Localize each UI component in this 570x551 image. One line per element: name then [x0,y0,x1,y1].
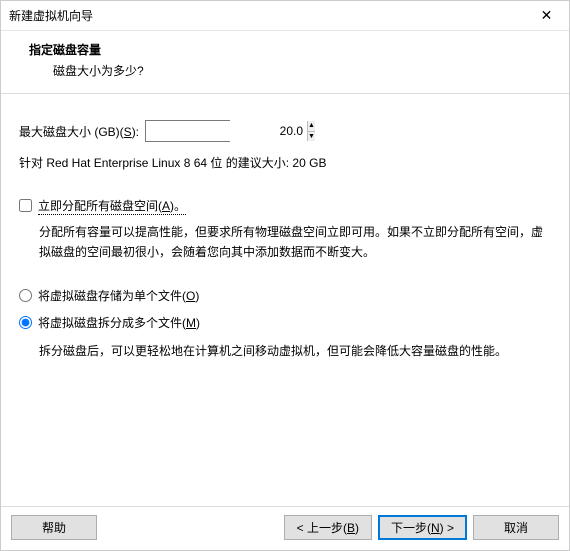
next-button[interactable]: 下一步(N) > [378,515,467,540]
disk-size-input[interactable] [146,121,307,141]
allocate-now-row[interactable]: 立即分配所有磁盘空间(A)。 [19,197,551,214]
recommended-size-text: 针对 Red Hat Enterprise Linux 8 64 位 的建议大小… [19,154,551,171]
back-button[interactable]: < 上一步(B) [284,515,372,540]
split-files-row[interactable]: 将虚拟磁盘拆分成多个文件(M) [19,314,551,331]
wizard-header: 指定磁盘容量 磁盘大小为多少? [1,31,569,94]
titlebar: 新建虚拟机向导 ✕ [1,1,569,31]
wizard-footer: 帮助 < 上一步(B) 下一步(N) > 取消 [1,506,569,550]
allocate-now-label[interactable]: 立即分配所有磁盘空间(A)。 [38,197,186,214]
wizard-window: 新建虚拟机向导 ✕ 指定磁盘容量 磁盘大小为多少? 最大磁盘大小 (GB)(S)… [0,0,570,551]
spinner-up-icon[interactable]: ▲ [308,121,315,132]
page-title: 指定磁盘容量 [29,41,551,58]
help-button[interactable]: 帮助 [11,515,97,540]
page-subtitle: 磁盘大小为多少? [29,62,551,79]
spinner-buttons: ▲ ▼ [307,121,315,141]
spinner-down-icon[interactable]: ▼ [308,132,315,142]
split-files-radio[interactable] [19,316,32,329]
wizard-content: 最大磁盘大小 (GB)(S): ▲ ▼ 针对 Red Hat Enterpris… [1,94,569,506]
cancel-button[interactable]: 取消 [473,515,559,540]
single-file-label[interactable]: 将虚拟磁盘存储为单个文件(O) [38,287,199,304]
single-file-row[interactable]: 将虚拟磁盘存储为单个文件(O) [19,287,551,304]
window-title: 新建虚拟机向导 [9,7,93,24]
allocate-now-description: 分配所有容量可以提高性能，但要求所有物理磁盘空间立即可用。如果不立即分配所有空间… [19,222,551,263]
close-icon[interactable]: ✕ [524,1,569,31]
split-files-description: 拆分磁盘后，可以更轻松地在计算机之间移动虚拟机，但可能会降低大容量磁盘的性能。 [19,341,551,361]
disk-size-row: 最大磁盘大小 (GB)(S): ▲ ▼ [19,120,551,142]
disk-size-label: 最大磁盘大小 (GB)(S): [19,123,139,140]
single-file-radio[interactable] [19,289,32,302]
allocate-now-checkbox[interactable] [19,199,32,212]
disk-size-spinner[interactable]: ▲ ▼ [145,120,230,142]
split-files-label[interactable]: 将虚拟磁盘拆分成多个文件(M) [38,314,200,331]
